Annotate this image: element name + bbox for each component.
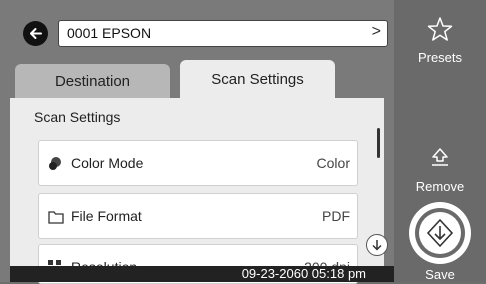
setting-row-file-format[interactable]: File Format PDF xyxy=(38,193,358,239)
tab-destination-label: Destination xyxy=(54,72,131,90)
back-arrow-icon xyxy=(30,28,42,39)
tab-scan-settings-label: Scan Settings xyxy=(211,70,304,88)
scrollbar-thumb[interactable] xyxy=(377,128,380,158)
presets-button[interactable]: Presets xyxy=(394,6,486,66)
star-icon xyxy=(427,17,453,41)
tab-scan-settings[interactable]: Scan Settings xyxy=(180,60,335,98)
color-mode-icon xyxy=(49,157,61,170)
scroll-down-button[interactable] xyxy=(366,234,388,256)
section-title: Scan Settings xyxy=(34,109,121,125)
save-button[interactable]: Save xyxy=(394,200,486,282)
folder-icon xyxy=(48,211,64,224)
setting-label: Color Mode xyxy=(71,155,144,171)
remove-button[interactable]: Remove xyxy=(394,146,486,196)
status-datetime: 09-23-2060 05:18 pm xyxy=(241,266,366,281)
remove-label: Remove xyxy=(415,179,465,194)
presets-label: Presets xyxy=(417,50,463,65)
setting-row-color-mode[interactable]: Color Mode Color xyxy=(38,140,358,186)
save-icon xyxy=(409,202,471,264)
main-panel: 0001 EPSON > Destination Scan Settings S… xyxy=(0,0,394,284)
top-bar: 0001 EPSON > xyxy=(0,0,394,56)
eject-icon xyxy=(432,148,448,166)
side-panel: Presets Remove Save xyxy=(394,0,486,282)
back-button[interactable] xyxy=(23,21,48,46)
setting-value: Color xyxy=(316,155,350,171)
arrow-down-icon xyxy=(372,240,382,251)
preset-selector[interactable]: 0001 EPSON > xyxy=(58,20,388,47)
chevron-right-icon: > xyxy=(371,23,381,40)
setting-label: File Format xyxy=(71,208,142,224)
tab-destination[interactable]: Destination xyxy=(15,64,170,98)
save-label: Save xyxy=(425,267,455,282)
preset-value: 0001 EPSON xyxy=(67,25,152,41)
status-bar: 09-23-2060 05:18 pm xyxy=(10,266,394,282)
setting-value: PDF xyxy=(322,208,350,224)
